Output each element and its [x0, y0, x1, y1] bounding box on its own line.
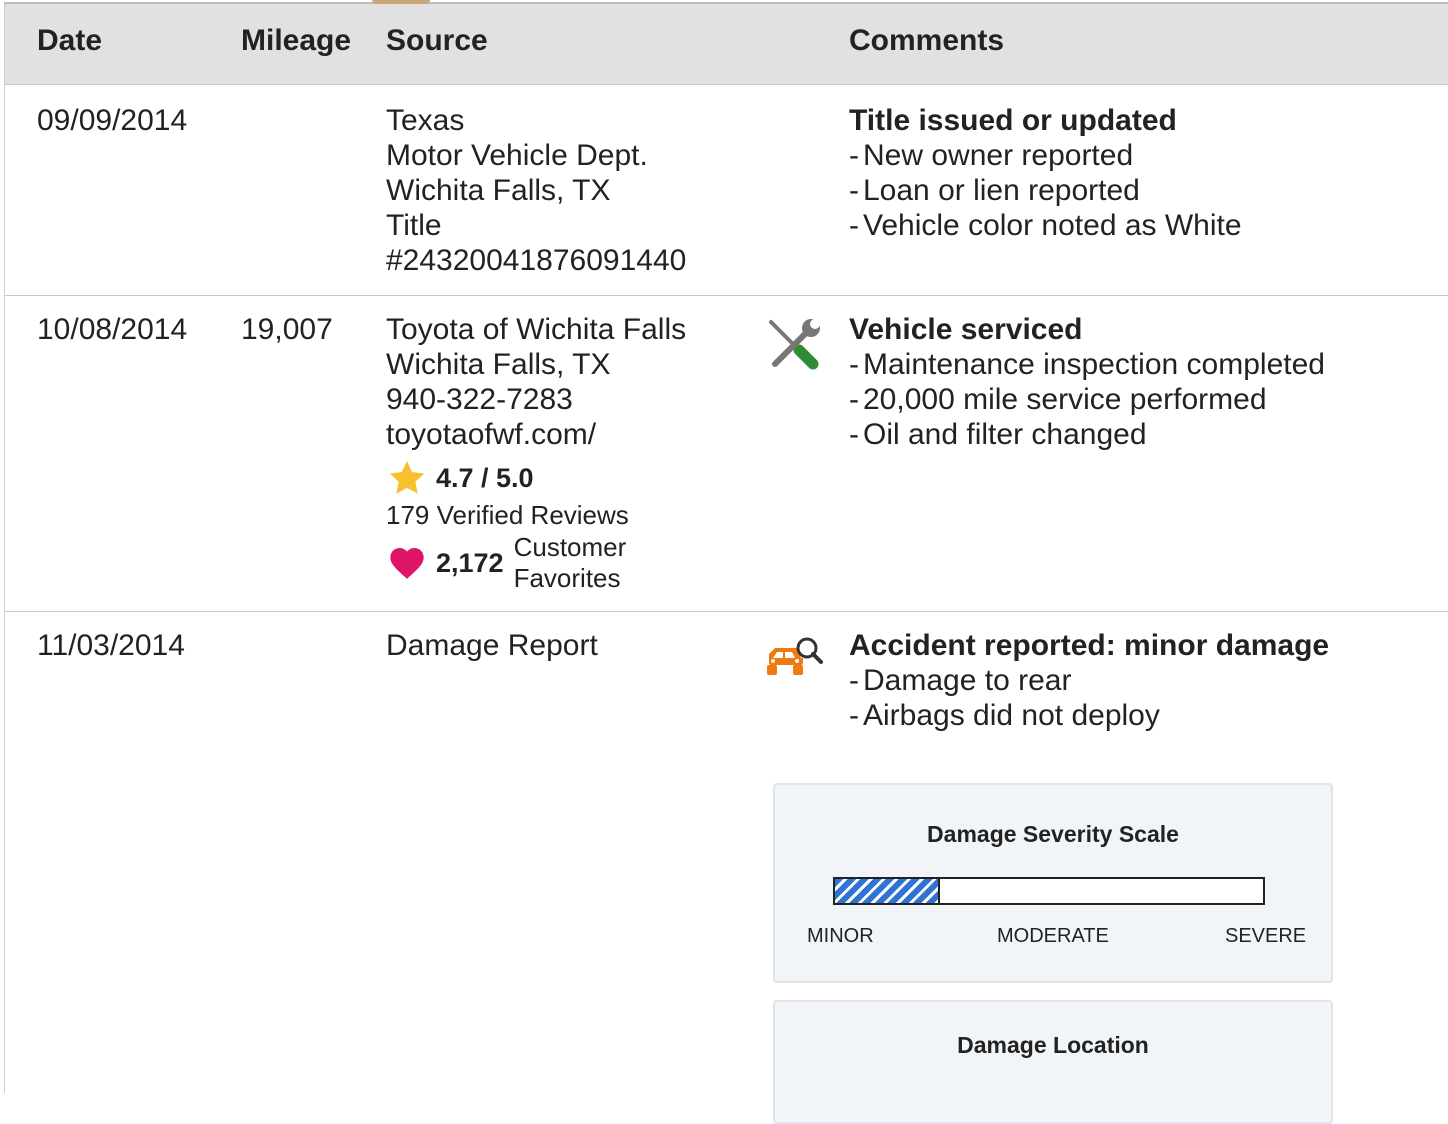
row-date: 10/08/2014 — [37, 313, 188, 346]
comment-title: Title issued or updated — [849, 104, 1177, 137]
source-line: Motor Vehicle Dept. — [386, 139, 648, 172]
comment-line: - Damage to rear — [849, 664, 1072, 697]
heart-icon — [390, 548, 424, 579]
damage-location-panel: Damage Location — [773, 1000, 1333, 1124]
comment-title: Accident reported: minor damage — [849, 629, 1330, 662]
source-line: Wichita Falls, TX — [386, 348, 611, 381]
comment-line: - Airbags did not deploy — [849, 699, 1160, 732]
severity-scale — [833, 877, 1265, 905]
star-icon — [389, 461, 425, 494]
comment-line: - Loan or lien reported — [849, 174, 1140, 207]
row-source: Texas Motor Vehicle Dept. Wichita Falls,… — [386, 103, 686, 278]
location-title: Damage Location — [957, 1032, 1149, 1058]
severity-fill — [835, 879, 940, 903]
row-comments: Vehicle serviced - Maintenance inspection… — [849, 312, 1325, 452]
source-line: #24320041876091440 — [386, 244, 687, 277]
car-damage-search-icon — [765, 634, 825, 694]
severity-label-minor: MINOR — [807, 925, 874, 947]
comment-line: - Maintenance inspection completed — [849, 348, 1325, 381]
dealer-name-link[interactable]: Toyota of Wichita Falls — [386, 312, 686, 347]
comment-line: - New owner reported — [849, 139, 1134, 172]
favorites-label: Customer Favorites — [513, 532, 627, 593]
comment-line: - Oil and filter changed — [849, 418, 1147, 451]
severity-label-moderate: MODERATE — [997, 925, 1109, 947]
header-mileage: Mileage — [241, 24, 352, 57]
header-comments: Comments — [849, 24, 1005, 57]
table-row: 10/08/2014 19,007 Toyota of Wichita Fall… — [5, 296, 1448, 612]
header-date: Date — [37, 24, 103, 57]
table-row: 11/03/2014 Damage Report Accident report… — [5, 612, 1448, 1124]
comment-line: - Vehicle color noted as White — [849, 209, 1242, 242]
row-source: Damage Report — [386, 628, 598, 663]
row-mileage: 19,007 — [241, 313, 333, 346]
header-source: Source — [386, 24, 488, 57]
source-line: Damage Report — [386, 629, 598, 662]
row-source: Toyota of Wichita Falls Wichita Falls, T… — [386, 312, 686, 594]
comment-title: Vehicle serviced — [849, 313, 1083, 346]
severity-label-severe: SEVERE — [1225, 925, 1307, 947]
row-date: 09/09/2014 — [37, 104, 188, 137]
table-row: 09/09/2014 Texas Motor Vehicle Dept. Wic… — [5, 85, 1448, 296]
source-line: Title — [386, 209, 442, 242]
wrench-screwdriver-icon — [765, 316, 825, 376]
table-header: Date Mileage Source Comments — [5, 4, 1448, 85]
damage-severity-panel: Damage Severity Scale MINOR MODERATE SEV… — [773, 783, 1333, 983]
dealer-rating: 4.7 / 5.0 — [386, 458, 686, 498]
favorites-count: 2,172 — [436, 547, 504, 578]
source-line: Texas — [386, 104, 465, 137]
customer-favorites: 2,172 Customer Favorites — [386, 532, 686, 594]
severity-title: Damage Severity Scale — [927, 821, 1179, 847]
row-date: 11/03/2014 — [37, 629, 185, 662]
verified-reviews-link[interactable]: 179 Verified Reviews — [386, 498, 686, 532]
row-comments: Accident reported: minor damage - Damage … — [849, 628, 1329, 733]
dealer-website-link[interactable]: toyotaofwf.com/ — [386, 417, 686, 452]
comment-line: -20,000 mile service performed — [849, 383, 1267, 416]
rating-value: 4.7 / 5.0 — [436, 462, 534, 493]
source-line: Wichita Falls, TX — [386, 174, 611, 207]
row-comments: Title issued or updated - New owner repor… — [849, 103, 1242, 243]
dealer-phone: 940-322-7283 — [386, 383, 573, 416]
